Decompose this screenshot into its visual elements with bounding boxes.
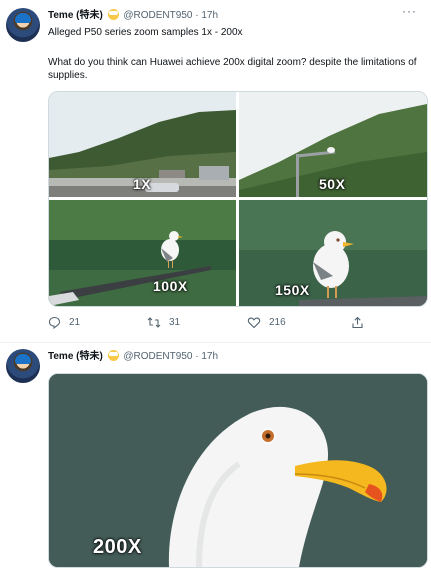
media-photo-200x[interactable]: 200X xyxy=(48,373,428,568)
author-avatar[interactable] xyxy=(6,8,40,42)
retweet-count: 31 xyxy=(169,317,181,328)
share-button[interactable] xyxy=(351,316,364,329)
like-button[interactable]: 216 xyxy=(247,316,286,329)
author-name[interactable]: Teme (特未) xyxy=(48,10,103,21)
tweet-header: Teme (特未) @RODENT950 · 17h xyxy=(48,350,218,363)
zoom-label-200x: 200X xyxy=(93,536,142,558)
like-count: 216 xyxy=(269,317,286,328)
author-name[interactable]: Teme (特未) xyxy=(48,351,103,362)
retweet-icon xyxy=(147,317,161,328)
reply-button[interactable]: 21 xyxy=(48,316,80,329)
share-icon xyxy=(352,316,363,329)
zoom-label-1x: 1X xyxy=(133,176,152,192)
media-photo-100x[interactable]: 100X xyxy=(49,200,236,306)
tweet-header: Teme (特未) @RODENT950 · 17h xyxy=(48,9,218,22)
more-dots-icon[interactable]: ··· xyxy=(402,4,417,18)
emoji-icon xyxy=(107,9,119,20)
retweet-button[interactable]: 31 xyxy=(147,316,180,329)
tweet-1[interactable]: Teme (特未) @RODENT950 · 17h ··· Alleged P… xyxy=(0,0,431,342)
tweet-text-line1: Alleged P50 series zoom samples 1x - 200… xyxy=(48,27,243,38)
zoom-label-100x: 100X xyxy=(153,278,188,294)
author-handle[interactable]: @RODENT950 xyxy=(123,10,192,21)
timestamp[interactable]: 17h xyxy=(201,351,218,362)
media-grid[interactable]: 1X 50X 100X 150X xyxy=(48,91,428,307)
zoom-label-150x: 150X xyxy=(275,282,310,298)
author-handle[interactable]: @RODENT950 xyxy=(123,351,192,362)
gull-closeup-photo xyxy=(239,200,427,306)
media-photo-150x[interactable]: 150X xyxy=(239,200,427,306)
gull-lamp-photo xyxy=(49,200,236,306)
dot-separator: · xyxy=(195,351,199,362)
timestamp[interactable]: 17h xyxy=(201,10,218,21)
author-avatar[interactable] xyxy=(6,349,40,383)
zoom-label-50x: 50X xyxy=(319,176,346,192)
media-photo-50x[interactable]: 50X xyxy=(239,92,427,197)
reply-count: 21 xyxy=(69,317,81,328)
heart-icon xyxy=(247,317,261,329)
reply-icon xyxy=(48,316,61,329)
tweet-text-body: What do you think can Huawei achieve 200… xyxy=(48,57,417,81)
emoji-icon xyxy=(107,350,119,361)
dot-separator: · xyxy=(195,10,199,21)
tweet-actions: 21 31 216 xyxy=(48,316,418,332)
media-photo-1x[interactable]: 1X xyxy=(49,92,236,197)
